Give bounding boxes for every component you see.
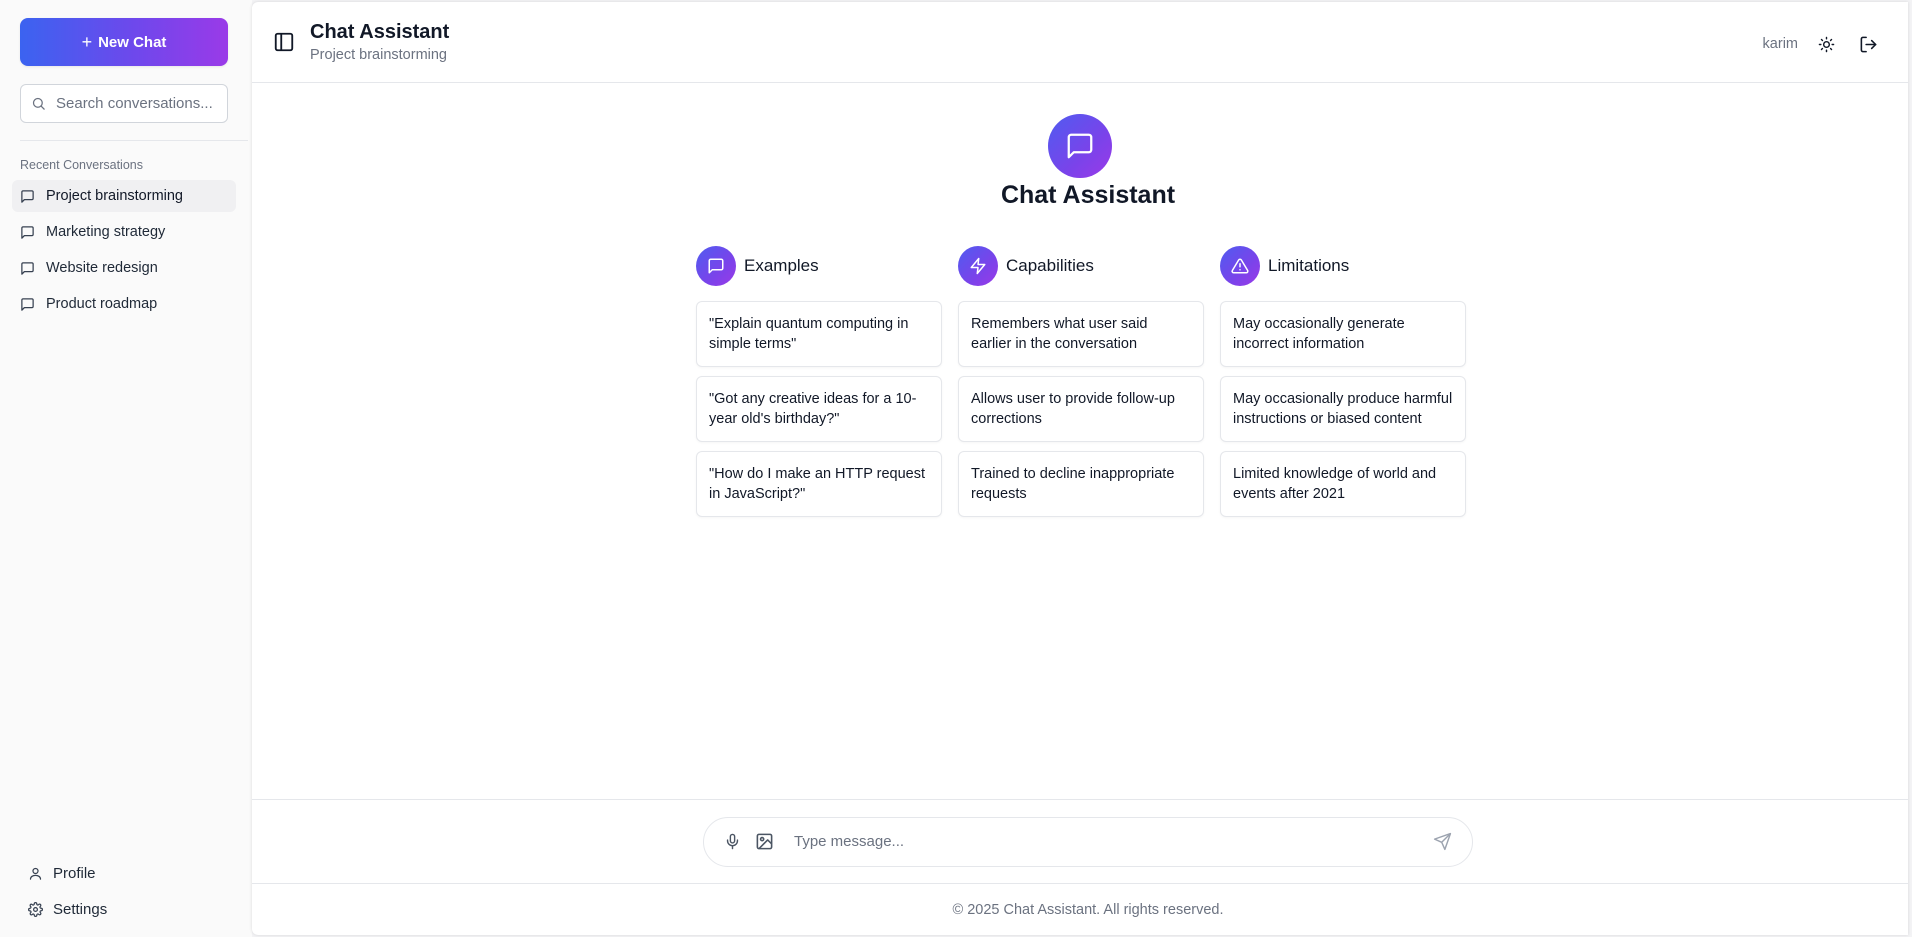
app-root: + New Chat Recent Conversations Project … — [0, 0, 1912, 937]
limitations-column: Limitations May occasionally generate in… — [1220, 246, 1466, 526]
sun-icon — [1818, 36, 1835, 53]
new-chat-label: New Chat — [98, 33, 167, 51]
settings-label: Settings — [53, 900, 108, 918]
sidebar-bottom-nav: Profile Settings — [14, 851, 107, 923]
example-card[interactable]: "How do I make an HTTP request in JavaSc… — [696, 451, 942, 517]
message-icon — [20, 297, 35, 312]
user-icon — [28, 866, 43, 881]
column-header: Examples — [696, 246, 942, 286]
conversation-label: Project brainstorming — [46, 188, 183, 204]
logout-icon — [1859, 35, 1878, 54]
sidebar-toggle-icon — [273, 31, 295, 53]
capabilities-column: Capabilities Remembers what user said ea… — [958, 246, 1204, 526]
plus-icon: + — [81, 32, 93, 52]
top-bar: Chat Assistant Project brainstorming kar… — [252, 2, 1908, 83]
example-card[interactable]: "Got any creative ideas for a 10-year ol… — [696, 376, 942, 442]
sidebar-divider — [20, 140, 248, 141]
message-input[interactable] — [794, 833, 1419, 850]
chat-bubble-icon — [696, 246, 736, 286]
microphone-icon[interactable] — [724, 833, 741, 850]
message-composer — [703, 816, 1473, 867]
message-icon — [20, 225, 35, 240]
column-header: Limitations — [1220, 246, 1466, 286]
conversation-item-website-redesign[interactable]: Website redesign — [12, 252, 236, 284]
logout-button[interactable] — [1854, 30, 1882, 58]
warning-icon — [1220, 246, 1260, 286]
sidebar-toggle-button[interactable] — [270, 28, 298, 56]
title-block: Chat Assistant Project brainstorming — [310, 21, 449, 63]
search-input[interactable] — [56, 95, 216, 112]
recent-conversations-heading: Recent Conversations — [20, 158, 143, 172]
lightning-icon — [958, 246, 998, 286]
user-controls: karim — [1763, 30, 1882, 58]
settings-link[interactable]: Settings — [14, 895, 107, 923]
copyright-text: © 2025 Chat Assistant. All rights reserv… — [952, 901, 1224, 918]
search-box[interactable] — [20, 84, 228, 123]
message-icon — [20, 261, 35, 276]
theme-toggle-button[interactable] — [1812, 30, 1840, 58]
profile-link[interactable]: Profile — [14, 859, 107, 887]
column-title: Capabilities — [1006, 256, 1094, 275]
limitation-card: Limited knowledge of world and events af… — [1220, 451, 1466, 517]
page-subtitle: Project brainstorming — [310, 47, 447, 63]
profile-label: Profile — [53, 864, 96, 882]
page-title: Chat Assistant — [310, 21, 450, 43]
capability-card: Trained to decline inappropriate request… — [958, 451, 1204, 517]
welcome-title: Chat Assistant — [1000, 181, 1176, 209]
info-columns: Examples "Explain quantum computing in s… — [696, 246, 1466, 526]
limitation-card: May occasionally produce harmful instruc… — [1220, 376, 1466, 442]
limitation-card: May occasionally generate incorrect info… — [1220, 301, 1466, 367]
welcome-area: Chat Assistant Examples "Explain quantum… — [252, 83, 1908, 799]
new-chat-button[interactable]: + New Chat — [20, 18, 228, 66]
send-icon[interactable] — [1433, 832, 1452, 851]
footer: © 2025 Chat Assistant. All rights reserv… — [252, 883, 1908, 935]
message-icon — [20, 189, 35, 204]
main-panel: Chat Assistant Project brainstorming kar… — [252, 2, 1908, 935]
column-title: Examples — [744, 256, 819, 275]
examples-column: Examples "Explain quantum computing in s… — [696, 246, 942, 526]
conversation-label: Marketing strategy — [46, 224, 166, 240]
conversation-item-project-brainstorming[interactable]: Project brainstorming — [12, 180, 236, 212]
sidebar: + New Chat Recent Conversations Project … — [0, 0, 252, 937]
gear-icon — [28, 901, 43, 917]
capability-card: Remembers what user said earlier in the … — [958, 301, 1204, 367]
capability-card: Allows user to provide follow-up correct… — [958, 376, 1204, 442]
conversation-item-product-roadmap[interactable]: Product roadmap — [12, 288, 236, 320]
conversation-label: Product roadmap — [46, 296, 158, 312]
composer-area — [252, 799, 1908, 883]
example-card[interactable]: "Explain quantum computing in simple ter… — [696, 301, 942, 367]
search-icon — [31, 96, 46, 111]
column-title: Limitations — [1268, 256, 1350, 275]
conversation-item-marketing-strategy[interactable]: Marketing strategy — [12, 216, 236, 248]
image-icon[interactable] — [755, 832, 774, 851]
conversation-label: Website redesign — [46, 260, 158, 276]
column-header: Capabilities — [958, 246, 1204, 286]
username: karim — [1762, 36, 1798, 52]
hero-chat-bubble-icon — [1048, 114, 1112, 178]
